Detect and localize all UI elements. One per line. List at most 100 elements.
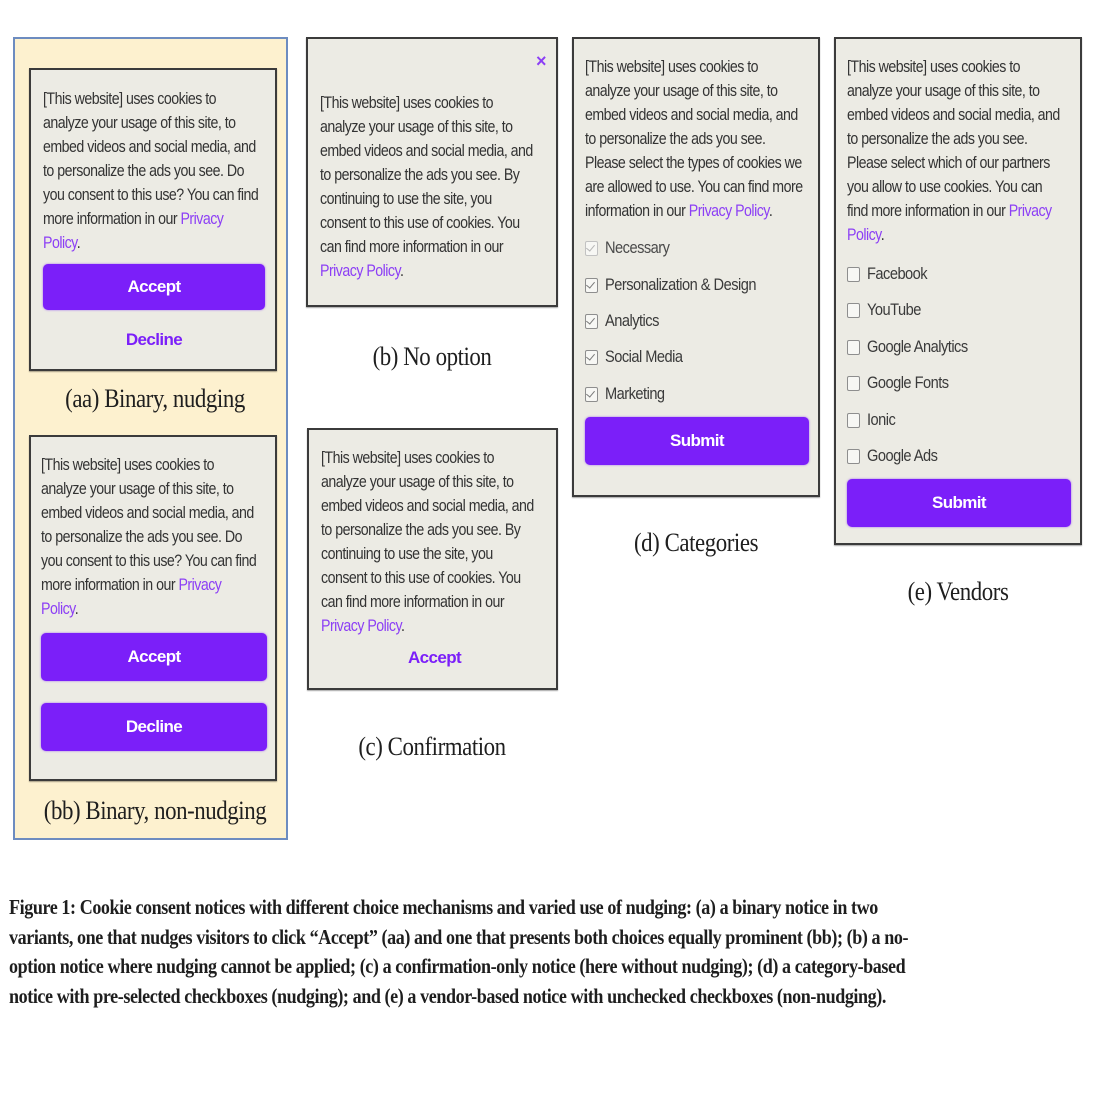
checkbox-ionic[interactable]: Ionic: [847, 408, 900, 432]
checkbox-icon[interactable]: [847, 339, 860, 355]
figure-caption: Figure 1: Cookie consent notices with di…: [9, 893, 1093, 1011]
text-line: consent to this use of cookies. You: [321, 569, 521, 587]
checkbox-icon[interactable]: [847, 302, 860, 318]
notice-binary-non-nudging: [This website] uses cookies to analyze y…: [29, 435, 277, 781]
checkbox-label: Social Media: [605, 347, 683, 366]
notice-text: [This website] uses cookies to analyze y…: [847, 55, 1087, 247]
label-c: (c) Confirmation: [358, 732, 506, 761]
text-line: embed videos and social media, and: [847, 106, 1060, 124]
caption-line: Figure 1: Cookie consent notices with di…: [9, 895, 878, 919]
text-line: information in our: [585, 202, 689, 220]
checkbox-label: Google Analytics: [867, 337, 968, 356]
checkbox-google-ads[interactable]: Google Ads: [847, 444, 949, 468]
text-line: embed videos and social media, and: [321, 497, 534, 515]
text-line: to personalize the ads you see. Do: [43, 162, 244, 180]
checkbox-icon[interactable]: [585, 277, 598, 293]
caption-line: variants, one that nudges visitors to cl…: [9, 924, 909, 949]
text-line: find more information in our: [847, 202, 1009, 220]
checkbox-icon[interactable]: [585, 313, 598, 329]
text-line: analyze your usage of this site, to: [321, 473, 514, 491]
notice-no-option: × [This website] uses cookies to analyze…: [306, 37, 558, 307]
text-line: embed videos and social media, and: [320, 142, 533, 160]
checkbox-personalization-design[interactable]: Personalization & Design: [585, 273, 781, 297]
label-aa: (aa) Binary, nudging: [65, 384, 245, 413]
text-line: continuing to use the site, you: [321, 545, 493, 563]
text-line: can find more information in our: [320, 238, 504, 256]
checkbox-marketing[interactable]: Marketing: [585, 382, 674, 406]
caption-line: notice with pre-selected checkboxes (nud…: [9, 983, 886, 1008]
text-line: [This website] uses cookies to: [847, 58, 1021, 76]
text-line: [This website] uses cookies to: [321, 449, 495, 467]
privacy-policy-link-cont[interactable]: Policy: [41, 600, 75, 618]
checkbox-google-fonts[interactable]: Google Fonts: [847, 371, 962, 395]
text-line: you consent to this use? You can find: [41, 552, 257, 570]
checkbox-icon[interactable]: [585, 386, 598, 402]
text-line: analyze your usage of this site, to: [41, 480, 234, 498]
checkbox-label: Ionic: [867, 410, 896, 429]
text-line: [This website] uses cookies to: [585, 58, 759, 76]
label-e: (e) Vendors: [907, 577, 1009, 606]
accept-button[interactable]: Accept: [41, 633, 267, 681]
text-line: consent to this use of cookies. You: [320, 214, 520, 232]
privacy-policy-link[interactable]: Privacy Policy: [321, 617, 402, 635]
text-line: you consent to this use? You can find: [43, 186, 259, 204]
privacy-policy-link-cont[interactable]: Policy: [43, 234, 77, 252]
notice-text: [This website] uses cookies to analyze y…: [320, 91, 560, 283]
submit-button[interactable]: Submit: [585, 417, 809, 465]
text-line: analyze your usage of this site, to: [585, 82, 778, 100]
privacy-policy-link[interactable]: Privacy: [180, 210, 223, 228]
checkbox-label: Analytics: [605, 311, 659, 330]
text-line: can find more information in our: [321, 593, 505, 611]
label-b: (b) No option: [372, 342, 492, 371]
decline-link-button[interactable]: Decline: [43, 328, 265, 352]
privacy-policy-link[interactable]: Privacy Policy: [320, 262, 401, 280]
checkbox-label: Personalization & Design: [605, 275, 756, 294]
text-line: more information in our: [41, 576, 179, 594]
notice-text: [This website] uses cookies to analyze y…: [43, 87, 283, 255]
text-line: to personalize the ads you see. By: [321, 521, 521, 539]
decline-button[interactable]: Decline: [41, 703, 267, 751]
text-line: [This website] uses cookies to: [320, 94, 494, 112]
close-icon[interactable]: ×: [536, 49, 547, 73]
text-line: embed videos and social media, and: [43, 138, 256, 156]
text-line: to personalize the ads you see.: [585, 130, 766, 148]
checkbox-icon[interactable]: [847, 412, 860, 428]
label-d: (d) Categories: [633, 528, 759, 557]
text-line: embed videos and social media, and: [41, 504, 254, 522]
text-line: are allowed to use. You can find more: [585, 178, 803, 196]
checkbox-youtube[interactable]: YouTube: [847, 298, 930, 322]
notice-categories: [This website] uses cookies to analyze y…: [572, 37, 820, 497]
checkbox-icon[interactable]: [585, 349, 598, 365]
text-line: continuing to use the site, you: [320, 190, 492, 208]
checkbox-label: Facebook: [867, 264, 928, 283]
checkbox-icon[interactable]: [847, 266, 860, 282]
checkbox-google-analytics[interactable]: Google Analytics: [847, 335, 984, 359]
text-line: [This website] uses cookies to: [43, 90, 217, 108]
checkbox-label: Google Ads: [867, 446, 938, 465]
checkbox-necessary: Necessary: [585, 236, 680, 260]
privacy-policy-link[interactable]: Privacy: [178, 576, 221, 594]
notice-text: [This website] uses cookies to analyze y…: [41, 453, 281, 621]
text-line: to personalize the ads you see. By: [320, 166, 520, 184]
checkbox-icon[interactable]: [847, 448, 860, 464]
accept-button[interactable]: Accept: [43, 264, 265, 310]
submit-button[interactable]: Submit: [847, 479, 1071, 527]
checkbox-facebook[interactable]: Facebook: [847, 262, 937, 286]
privacy-policy-link[interactable]: Privacy: [1009, 202, 1052, 220]
text-line: embed videos and social media, and: [585, 106, 798, 124]
checkbox-analytics[interactable]: Analytics: [585, 309, 668, 333]
text-line: you allow to use cookies. You can: [847, 178, 1043, 196]
checkbox-social-media[interactable]: Social Media: [585, 345, 695, 369]
checkbox-icon: [585, 240, 598, 256]
checkbox-icon[interactable]: [847, 375, 860, 391]
notice-text: [This website] uses cookies to analyze y…: [585, 55, 825, 223]
text-line: Please select the types of cookies we: [585, 154, 802, 172]
checkbox-label: Marketing: [605, 384, 665, 403]
text-line: analyze your usage of this site, to: [320, 118, 513, 136]
notice-vendors: [This website] uses cookies to analyze y…: [834, 37, 1082, 545]
accept-link-button[interactable]: Accept: [309, 646, 560, 670]
text-line: analyze your usage of this site, to: [43, 114, 236, 132]
privacy-policy-link-cont[interactable]: Policy: [847, 226, 881, 244]
privacy-policy-link[interactable]: Privacy Policy: [689, 202, 770, 220]
text-line: [This website] uses cookies to: [41, 456, 215, 474]
